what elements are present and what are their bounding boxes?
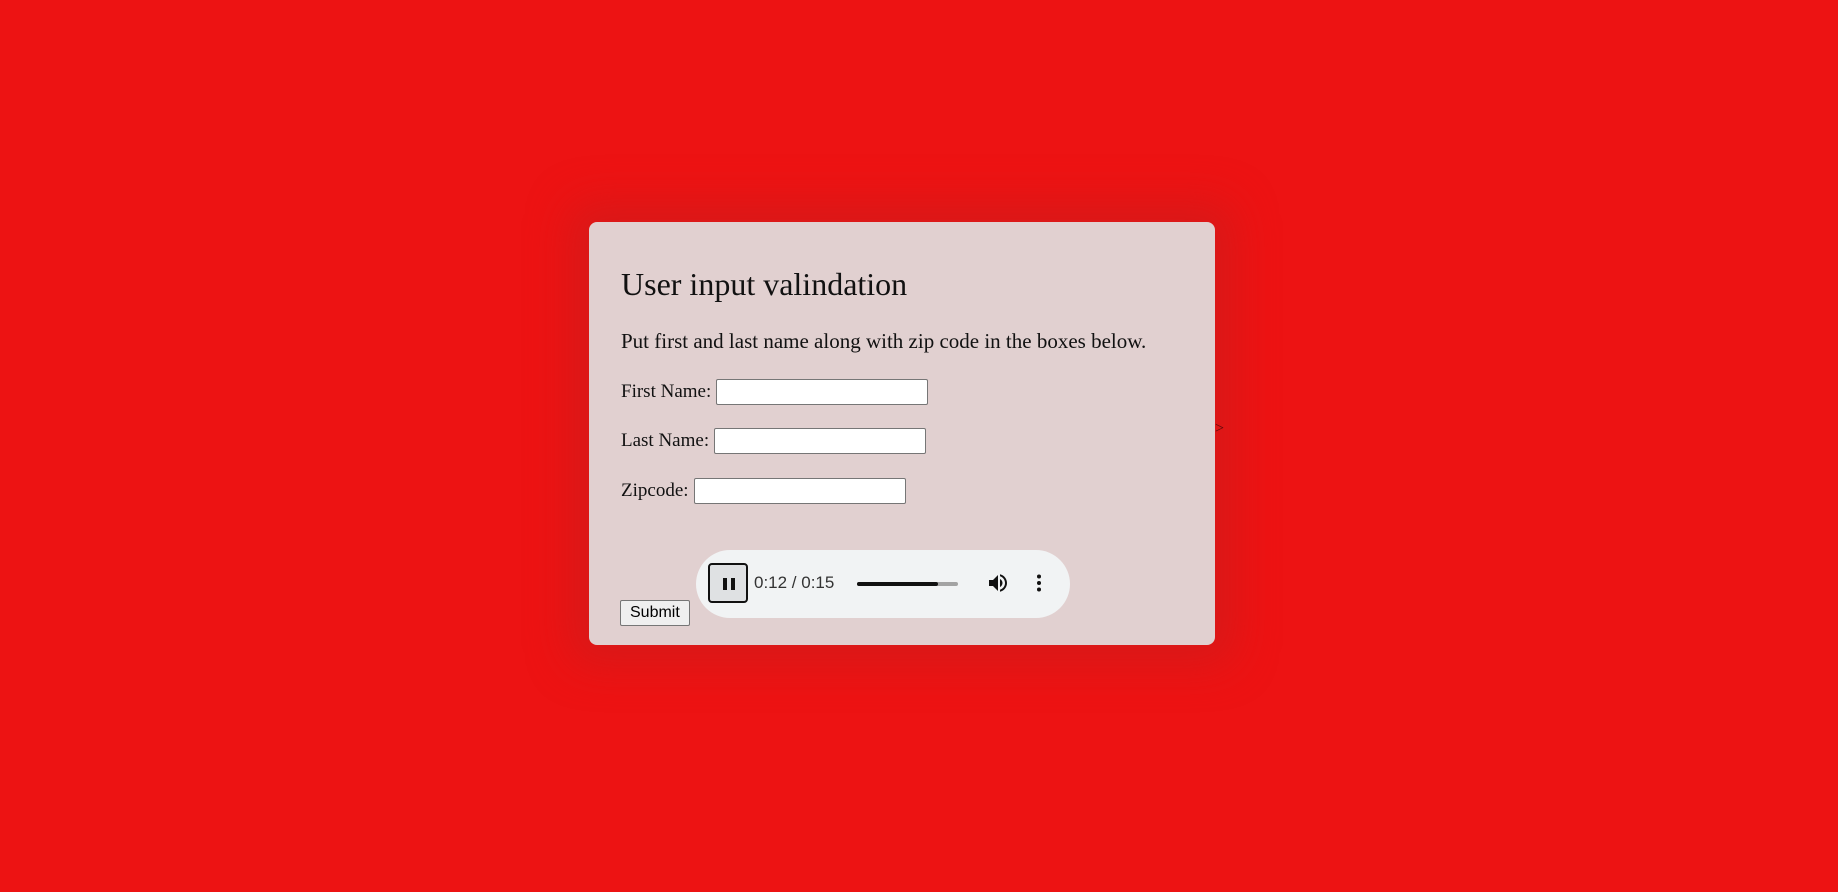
instructions-text: Put first and last name along with zip c… — [621, 329, 1147, 353]
audio-player: 0:12 / 0:15 — [696, 550, 1070, 618]
last-name-row: Last Name: — [621, 427, 927, 455]
stray-character: > — [1215, 420, 1225, 437]
time-display: 0:12 / 0:15 — [754, 573, 835, 592]
last-name-label: Last Name: — [621, 430, 710, 451]
more-options-button[interactable] — [1027, 571, 1051, 595]
form-card: User input valindation Put first and las… — [589, 222, 1215, 645]
pause-icon — [723, 578, 727, 590]
progress-bar[interactable] — [857, 582, 958, 586]
zipcode-input[interactable] — [693, 478, 906, 504]
volume-icon — [989, 574, 1007, 592]
volume-button[interactable] — [986, 571, 1010, 595]
pause-icon — [731, 578, 735, 590]
page-title: User input valindation — [621, 266, 908, 302]
progress-fill — [857, 582, 938, 586]
last-name-input[interactable] — [714, 428, 927, 454]
more-vert-icon — [1037, 574, 1041, 592]
pause-button[interactable] — [708, 563, 748, 603]
zipcode-label: Zipcode: — [621, 480, 689, 501]
zipcode-row: Zipcode: — [621, 477, 906, 505]
first-name-label: First Name: — [621, 381, 712, 402]
first-name-input[interactable] — [716, 379, 929, 405]
page: User input valindation Put first and las… — [0, 0, 1838, 892]
submit-button[interactable]: Submit — [620, 600, 690, 626]
first-name-row: First Name: — [621, 378, 929, 406]
